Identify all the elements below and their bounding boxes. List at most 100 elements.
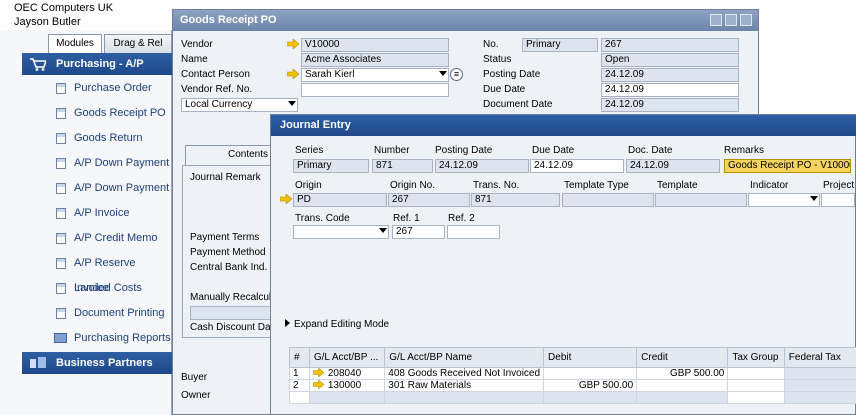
row-federal-tax[interactable] (783, 391, 856, 404)
project-field[interactable] (821, 193, 855, 207)
table-row[interactable]: 2 130000 301 Raw Materials GBP 500.00 (289, 379, 856, 392)
link-arrow-icon[interactable] (312, 367, 325, 378)
template-type-field[interactable] (562, 193, 654, 207)
row-name[interactable]: 301 Raw Materials (384, 379, 545, 392)
due-date-field[interactable]: 24.12.09 (601, 83, 739, 97)
number-field[interactable]: 871 (372, 159, 433, 173)
currency-select[interactable]: Local Currency (181, 98, 298, 112)
contact-person-select[interactable]: Sarah Kierl (301, 68, 449, 82)
sidebar-item-goods-receipt-po[interactable]: Goods Receipt PO (22, 101, 172, 126)
grid-header-row: # G/L Acct/BP ... G/L Acct/BP Name Debit… (289, 347, 856, 368)
sidebar-item-label: Purchase Order (74, 82, 152, 94)
module-sidebar: Modules Drag & Rel Purchasing - A/P Purc… (0, 30, 172, 415)
col-header-credit[interactable]: Credit (636, 347, 729, 368)
module-header-business-partners[interactable]: Business Partners (22, 352, 172, 374)
sidebar-item-goods-return[interactable]: Goods Return (22, 126, 172, 151)
sidebar-item-ap-down-payment-request[interactable]: A/P Down Payment (22, 151, 172, 176)
row-acct[interactable]: 130000 (308, 379, 386, 392)
link-arrow-icon[interactable] (287, 39, 299, 49)
row-credit[interactable] (636, 391, 729, 404)
document-date-field[interactable]: 24.12.09 (601, 98, 739, 112)
minimize-button[interactable] (710, 14, 722, 26)
link-arrow-icon[interactable] (287, 69, 299, 79)
trans-code-select[interactable] (293, 225, 389, 239)
sidebar-item-ap-invoice[interactable]: A/P Invoice (22, 201, 172, 226)
ref1-field[interactable]: 267 (392, 225, 445, 239)
row-federal-tax[interactable] (783, 367, 856, 380)
sidebar-item-landed-costs[interactable]: Landed Costs (22, 276, 172, 301)
row-tax-group[interactable] (727, 367, 785, 380)
maximize-button[interactable] (725, 14, 737, 26)
sidebar-item-ap-down-payment-invoice[interactable]: A/P Down Payment (22, 176, 172, 201)
module-header-purchasing[interactable]: Purchasing - A/P (22, 53, 172, 75)
sidebar-item-ap-credit-memo[interactable]: A/P Credit Memo (22, 226, 172, 251)
col-header-name[interactable]: G/L Acct/BP Name (384, 347, 545, 368)
tab-modules[interactable]: Modules (48, 34, 102, 54)
doc-series-field[interactable]: Primary (522, 38, 598, 52)
template-field[interactable] (655, 193, 747, 207)
series-field[interactable]: Primary (293, 159, 369, 173)
col-header-federal-tax[interactable]: Federal Tax (783, 347, 856, 368)
remarks-field[interactable]: Goods Receipt PO - V10000 (724, 159, 851, 173)
col-header-num[interactable]: # (289, 347, 310, 368)
row-tax-group[interactable] (727, 391, 785, 404)
je-due-date-label: Due Date (532, 145, 575, 156)
sidebar-item-ap-reserve-invoice[interactable]: A/P Reserve Invoice (22, 251, 172, 294)
table-row[interactable] (289, 391, 856, 404)
triangle-right-icon (285, 319, 290, 327)
chevron-down-icon (810, 196, 818, 201)
origin-no-field[interactable]: 267 (388, 193, 470, 207)
row-debit[interactable] (543, 367, 638, 380)
row-name[interactable] (384, 391, 545, 404)
name-label: Name (181, 54, 208, 65)
origin-field[interactable]: PD (293, 193, 387, 207)
table-row[interactable]: 1 208040 408 Goods Received Not Invoiced… (289, 367, 856, 380)
link-arrow-icon[interactable] (312, 379, 325, 390)
sidebar-item-document-printing[interactable]: Document Printing (22, 301, 172, 326)
project-label: Project (823, 180, 855, 191)
col-header-acct[interactable]: G/L Acct/BP ... (308, 347, 386, 368)
row-name[interactable]: 408 Goods Received Not Invoiced (384, 367, 545, 380)
row-debit[interactable] (543, 391, 638, 404)
payment-method-label: Payment Method (190, 247, 266, 258)
status-field: Open (601, 53, 739, 67)
ref2-field[interactable] (447, 225, 500, 239)
doc-no-field[interactable]: 267 (601, 38, 739, 52)
journal-entry-window: Journal Entry Series Primary Number 871 … (270, 114, 856, 415)
more-options-icon[interactable]: ≡ (450, 68, 463, 81)
row-acct-value: 208040 (327, 368, 362, 379)
row-acct-value: 130000 (327, 380, 362, 391)
row-tax-group[interactable] (727, 379, 785, 392)
tab-contents[interactable]: Contents (185, 145, 275, 165)
manually-recalc-field[interactable] (190, 306, 272, 320)
vendor-field[interactable]: V10000 (301, 38, 449, 52)
row-credit[interactable]: GBP 500.00 (636, 367, 729, 380)
col-header-debit[interactable]: Debit (543, 347, 638, 368)
tab-drag-relate[interactable]: Drag & Rel (104, 34, 172, 54)
vendor-ref-field[interactable] (301, 83, 449, 97)
remarks-label: Remarks (724, 145, 765, 156)
posting-date-field[interactable]: 24.12.09 (601, 68, 739, 82)
je-due-date-field[interactable]: 24.12.09 (530, 159, 624, 173)
row-federal-tax[interactable] (783, 379, 856, 392)
indicator-select[interactable] (748, 193, 820, 207)
row-acct[interactable]: 208040 (308, 367, 386, 380)
close-button[interactable] (740, 14, 752, 26)
module-header-label: Business Partners (56, 357, 153, 369)
expand-editing-toggle[interactable]: Expand Editing Mode (285, 319, 389, 330)
col-header-tax-group[interactable]: Tax Group (727, 347, 785, 368)
cart-icon (30, 58, 46, 71)
row-acct[interactable] (308, 391, 386, 404)
trans-no-field[interactable]: 871 (471, 193, 560, 207)
ref2-label: Ref. 2 (448, 213, 475, 224)
sidebar-item-purchase-order[interactable]: Purchase Order (22, 76, 172, 101)
sidebar-item-purchasing-reports[interactable]: Purchasing Reports (22, 326, 172, 351)
name-field[interactable]: Acme Associates (301, 53, 449, 67)
row-debit[interactable]: GBP 500.00 (543, 379, 638, 392)
je-posting-date-field[interactable]: 24.12.09 (435, 159, 529, 173)
doc-date-field[interactable]: 24.12.09 (626, 159, 720, 173)
row-credit[interactable] (636, 379, 729, 392)
link-arrow-icon[interactable] (280, 194, 292, 204)
company-name: OEC Computers UK (14, 2, 114, 14)
cash-discount-label: Cash Discount Da (190, 322, 271, 333)
